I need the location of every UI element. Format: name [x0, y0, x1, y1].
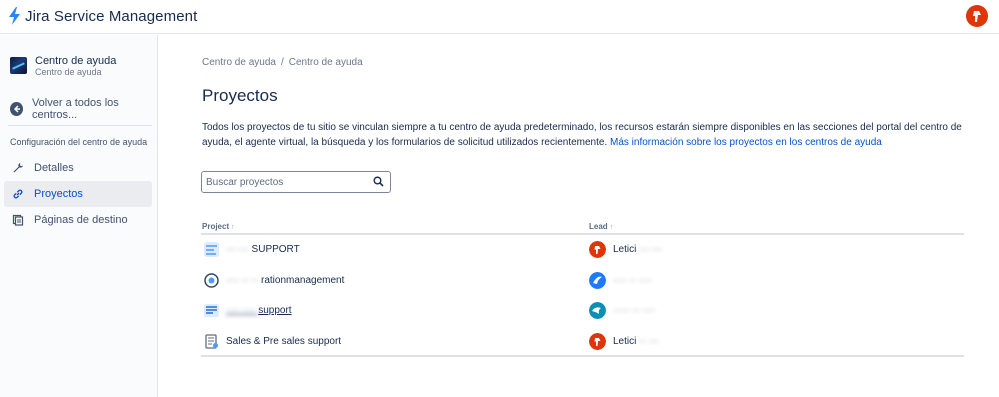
help-center-subtitle: Centro de ayuda: [35, 67, 102, 77]
projects-table: Project ↑ Lead ↑ ··· ··· SUPPORT Letici ··…: [201, 219, 964, 357]
sidebar-item-label: Detalles: [34, 162, 74, 174]
lead-avatar: [589, 332, 606, 350]
project-avatar-icon[interactable]: [204, 333, 219, 349]
app-logo[interactable]: Jira Service Management: [8, 7, 197, 25]
top-bar: Jira Service Management: [0, 0, 999, 34]
search-input[interactable]: [206, 174, 366, 190]
back-to-help-centers-link[interactable]: Volver a todos los centros...: [10, 97, 157, 121]
lead-name: Letici ··· ···: [613, 244, 662, 255]
table-row: ··· ··· SUPPORT Letici ··· ···: [201, 235, 964, 266]
help-center-title: Centro de ayuda: [35, 55, 117, 67]
project-avatar-icon[interactable]: [204, 272, 219, 288]
table-row: ···· ···· support ····· ·· ····: [201, 296, 964, 327]
page-description: Todos los proyectos de tu sitio se vincu…: [202, 120, 962, 150]
table-header: Project ↑ Lead ↑: [201, 219, 964, 235]
column-header-project[interactable]: Project ↑: [202, 222, 235, 231]
column-header-lead[interactable]: Lead ↑: [589, 222, 613, 231]
arrow-left-icon: [10, 102, 23, 116]
link-icon: [13, 189, 23, 199]
sidebar-divider: [8, 125, 152, 126]
sidebar-item-paginas-de-destino[interactable]: Páginas de destino: [4, 207, 152, 233]
wrench-icon: [13, 163, 23, 173]
lead-name: ····· ·· ····: [613, 305, 656, 316]
lead-name: ···· ·· ····: [613, 274, 652, 286]
avatar-icon: [973, 11, 981, 22]
breadcrumb: Centro de ayuda / Centro de ayuda: [202, 57, 363, 68]
sidebar-item-label: Páginas de destino: [34, 214, 128, 226]
page-title: Proyectos: [202, 86, 278, 105]
search-icon[interactable]: [373, 176, 384, 187]
back-label: Volver a todos los centros...: [31, 97, 119, 121]
table-row: Sales & Pre sales support Letici ·· ···: [201, 327, 964, 357]
sidebar-item-label: Proyectos: [34, 188, 83, 200]
project-name[interactable]: Sales & Pre sales support: [226, 336, 341, 347]
learn-more-link[interactable]: Más información sobre los proyectos en l…: [610, 137, 882, 148]
breadcrumb-separator: /: [280, 57, 284, 68]
sidebar-section-title: Configuración del centro de ayuda: [10, 137, 148, 147]
sort-icon: ↑: [609, 224, 614, 231]
sort-icon: ↑: [231, 224, 235, 231]
project-avatar-icon[interactable]: [204, 303, 219, 318]
sidebar-item-proyectos[interactable]: Proyectos: [4, 181, 152, 207]
project-name[interactable]: ···· ·· ·· rationmanagement: [226, 275, 344, 286]
lead-avatar: [589, 241, 606, 258]
project-name[interactable]: ···· ···· support: [226, 305, 292, 316]
lead-name: Letici ·· ···: [613, 335, 659, 347]
help-center-logo: [10, 57, 27, 74]
jira-service-management-icon: [9, 7, 20, 25]
search-projects-field[interactable]: [201, 171, 391, 193]
user-avatar[interactable]: [966, 5, 988, 27]
breadcrumb-item[interactable]: Centro de ayuda: [202, 57, 276, 68]
page-icon: [12, 214, 24, 226]
project-name[interactable]: ··· ··· SUPPORT: [226, 244, 300, 255]
lead-avatar: [589, 271, 606, 289]
sidebar: Centro de ayuda Centro de ayuda Volver a…: [0, 35, 158, 397]
sidebar-item-detalles[interactable]: Detalles: [4, 155, 152, 181]
app-name: Jira Service Management: [25, 7, 198, 25]
lead-avatar: [589, 302, 606, 319]
table-row: ···· ·· ·· rationmanagement ···· ·· ····: [201, 266, 964, 297]
breadcrumb-item[interactable]: Centro de ayuda: [289, 57, 363, 68]
project-avatar-icon[interactable]: [204, 242, 219, 257]
help-center-header: Centro de ayuda Centro de ayuda: [10, 55, 116, 78]
